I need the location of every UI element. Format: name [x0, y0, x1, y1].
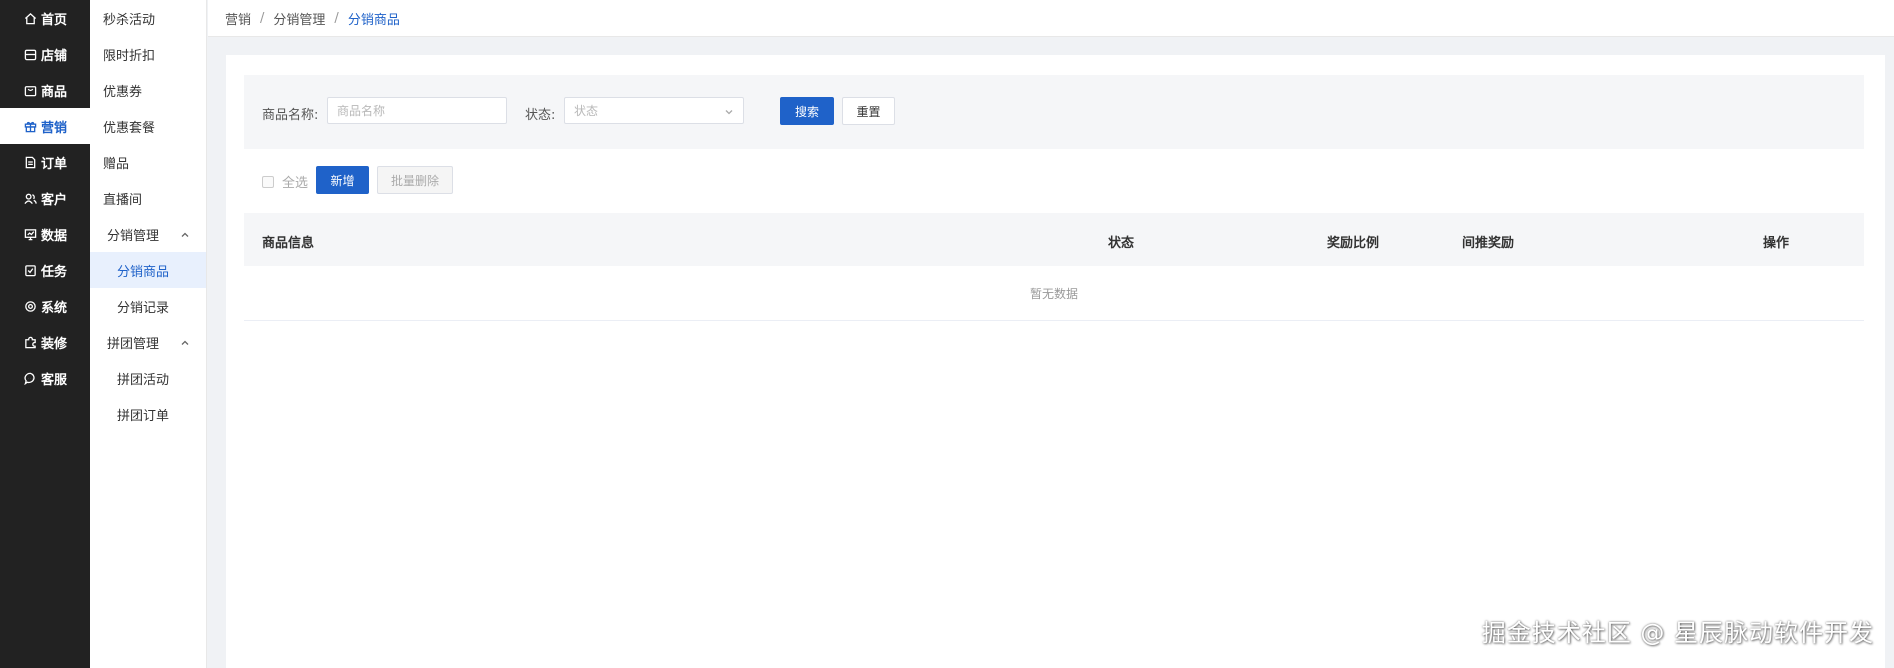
column-header-actions: 操作: [1763, 236, 1790, 251]
nav-item-products[interactable]: 商品: [0, 72, 90, 108]
nav-item-store[interactable]: 店铺: [0, 36, 90, 72]
primary-sidebar: 首页 店铺 商品 营销 订单 客户 数据 任务 系统 装修 客服: [0, 0, 90, 668]
subnav-item-distribution-products[interactable]: 分销商品: [90, 252, 206, 288]
column-header-product-info: 商品信息: [262, 236, 315, 251]
puzzle-icon: [25, 336, 36, 348]
breadcrumb-separator: /: [334, 10, 339, 26]
breadcrumb-separator: /: [260, 10, 265, 26]
document-icon: [25, 156, 36, 168]
nav-item-service[interactable]: 客服: [0, 360, 90, 396]
chevron-up-icon: [180, 229, 190, 239]
subnav-group-distribution[interactable]: 分销管理: [90, 216, 206, 252]
users-icon: [24, 193, 37, 204]
column-header-reward-ratio: 奖励比例: [1327, 236, 1380, 251]
gear-icon: [25, 300, 36, 312]
subnav-group-label: 拼团管理: [107, 336, 160, 352]
search-button[interactable]: 搜索: [780, 97, 834, 125]
store-icon: [24, 49, 37, 60]
nav-item-label: 任务: [41, 264, 68, 280]
nav-item-label: 首页: [41, 12, 68, 28]
subnav-item-group-buy-orders[interactable]: 拼团订单: [90, 396, 206, 432]
nav-item-label: 客户: [41, 192, 68, 208]
status-select[interactable]: 状态: [564, 97, 744, 124]
filter-bar: 商品名称: 状态: 状态 搜索 重置: [244, 75, 1864, 149]
subnav-item-gift[interactable]: 赠品: [90, 144, 206, 180]
subnav-item-live-room[interactable]: 直播间: [90, 180, 206, 216]
chevron-up-icon: [180, 337, 190, 347]
breadcrumb: 营销 / 分销管理 / 分销商品: [208, 0, 1894, 37]
subnav-group-group-buy[interactable]: 拼团管理: [90, 324, 206, 360]
chart-icon: [24, 228, 37, 240]
product-name-input[interactable]: [327, 97, 507, 124]
nav-item-label: 客服: [41, 372, 68, 388]
gift-icon: [24, 121, 37, 132]
add-button[interactable]: 新增: [316, 166, 369, 194]
nav-item-label: 订单: [41, 156, 68, 172]
status-label: 状态:: [525, 108, 556, 123]
nav-item-label: 数据: [41, 228, 68, 244]
nav-item-home[interactable]: 首页: [0, 0, 90, 36]
subnav-group-label: 分销管理: [107, 228, 160, 244]
chevron-down-icon: [724, 106, 734, 116]
nav-item-label: 系统: [41, 300, 68, 316]
product-name-label: 商品名称:: [262, 108, 319, 123]
bag-icon: [24, 85, 37, 96]
reset-button[interactable]: 重置: [842, 97, 895, 125]
nav-item-orders[interactable]: 订单: [0, 144, 90, 180]
batch-delete-button[interactable]: 批量删除: [377, 166, 453, 194]
home-icon: [24, 12, 37, 24]
watermark: 掘金技术社区 @ 星辰脉动软件开发: [1481, 619, 1874, 647]
nav-item-data[interactable]: 数据: [0, 216, 90, 252]
subnav-item-distribution-records[interactable]: 分销记录: [90, 288, 206, 324]
breadcrumb-current: 分销商品: [347, 12, 400, 28]
select-all-checkbox[interactable]: 全选: [262, 172, 308, 191]
breadcrumb-item[interactable]: 分销管理: [273, 9, 325, 28]
subnav-item-flash-sale[interactable]: 秒杀活动: [90, 0, 206, 36]
subnav-item-group-buy-activities[interactable]: 拼团活动: [90, 360, 206, 396]
nav-item-decoration[interactable]: 装修: [0, 324, 90, 360]
table-empty-row: 暂无数据: [244, 266, 1864, 321]
status-select-placeholder: 状态: [574, 104, 599, 118]
select-all-label: 全选: [282, 176, 309, 191]
nav-item-system[interactable]: 系统: [0, 288, 90, 324]
nav-item-label: 店铺: [41, 48, 68, 64]
task-icon: [25, 264, 36, 276]
empty-text: 暂无数据: [1029, 286, 1078, 301]
subnav-item-time-discount[interactable]: 限时折扣: [90, 36, 206, 72]
subnav-item-bundle[interactable]: 优惠套餐: [90, 108, 206, 144]
secondary-sidebar: 秒杀活动 限时折扣 优惠券 优惠套餐 赠品 直播间 分销管理 分销商品 分销记录…: [90, 0, 207, 668]
column-header-status: 状态: [1108, 236, 1135, 251]
nav-item-marketing[interactable]: 营销: [0, 108, 90, 144]
column-header-indirect-reward: 间推奖励: [1462, 236, 1515, 251]
main-panel: 商品名称: 状态: 状态 搜索 重置 全选 新增 批量删除 商品信息 状态 奖励…: [226, 55, 1885, 668]
checkbox-box: [262, 175, 274, 188]
chat-icon: [24, 372, 35, 385]
breadcrumb-item[interactable]: 营销: [225, 9, 251, 28]
table-header: 商品信息 状态 奖励比例 间推奖励 操作: [244, 213, 1864, 266]
nav-item-label: 商品: [41, 84, 68, 100]
subnav-item-coupon[interactable]: 优惠券: [90, 72, 206, 108]
nav-item-label: 营销: [41, 120, 68, 136]
nav-item-label: 装修: [41, 336, 68, 352]
nav-item-customers[interactable]: 客户: [0, 180, 90, 216]
nav-item-tasks[interactable]: 任务: [0, 252, 90, 288]
